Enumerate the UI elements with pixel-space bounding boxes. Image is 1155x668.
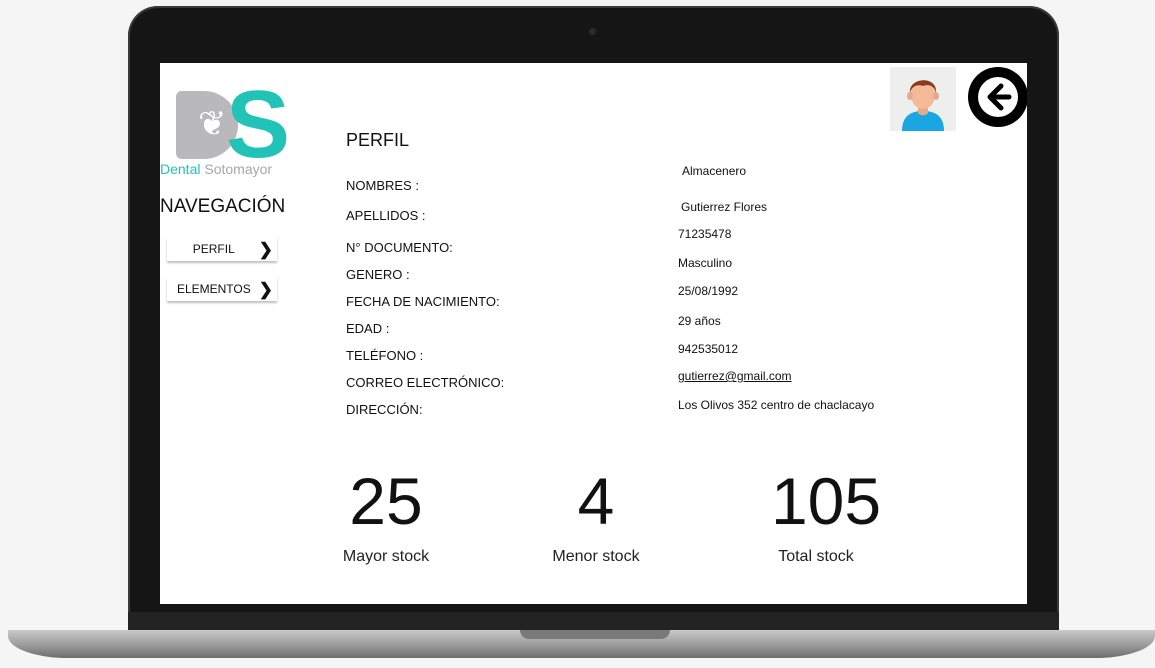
nav-item-label: PERFIL xyxy=(192,242,235,256)
stat-mayor-stock-value: 25 xyxy=(349,464,423,538)
field-label-nombres: NOMBRES : xyxy=(346,178,419,193)
stat-total-stock-label: Total stock xyxy=(778,548,854,565)
logo-s-letter: S xyxy=(226,71,291,178)
chevron-right-icon: ❯ xyxy=(258,239,273,259)
field-label-genero: GENERO : xyxy=(346,267,410,282)
nav-title: NAVEGACIÓN xyxy=(160,196,286,217)
field-value-nombres: Almacenero xyxy=(682,164,747,178)
arrow-left-icon xyxy=(978,77,1018,117)
field-label-documento: N° DOCUMENTO: xyxy=(346,240,453,255)
tooth-icon: ❦ xyxy=(198,105,227,143)
field-value-edad: 29 años xyxy=(678,314,721,328)
stat-mayor-stock-label: Mayor stock xyxy=(342,548,430,565)
laptop-notch xyxy=(520,630,670,639)
camera-icon xyxy=(589,28,596,35)
field-label-correo: CORREO ELECTRÓNICO: xyxy=(346,375,505,390)
page-title: PERFIL xyxy=(346,130,410,150)
field-label-apellidos: APELLIDOS : xyxy=(346,208,426,223)
field-value-fecha-nacimiento: 25/08/1992 xyxy=(678,284,739,298)
user-avatar-icon[interactable] xyxy=(890,67,956,131)
field-label-edad: EDAD : xyxy=(346,321,390,336)
nav-item-elementos[interactable]: ELEMENTOS ❯ xyxy=(167,277,277,301)
chevron-right-icon: ❯ xyxy=(258,279,273,299)
stat-menor-stock-label: Menor stock xyxy=(552,548,640,565)
field-label-fecha-nacimiento: FECHA DE NACIMIENTO: xyxy=(346,294,500,309)
stat-menor-stock-value: 4 xyxy=(577,464,615,538)
stat-total-stock-value: 105 xyxy=(770,464,882,538)
field-value-documento: 71235478 xyxy=(678,227,732,241)
field-value-direccion: Los Olivos 352 centro de chaclacayo xyxy=(678,398,875,412)
app-screen: ❦ S Dental Sotomayor NAVEGACIÓN PERFIL ❯… xyxy=(160,63,1027,604)
field-value-genero: Masculino xyxy=(678,256,733,270)
field-label-direccion: DIRECCIÓN: xyxy=(346,402,423,417)
field-value-correo[interactable]: gutierrez@gmail.com xyxy=(678,369,792,383)
field-value-telefono: 942535012 xyxy=(678,342,739,356)
brand-name-part2: Sotomayor xyxy=(204,161,273,177)
field-value-apellidos: Gutierrez Flores xyxy=(681,200,768,214)
nav-item-perfil[interactable]: PERFIL ❯ xyxy=(167,237,277,261)
brand-logo: ❦ S Dental Sotomayor xyxy=(160,77,308,181)
brand-name: Dental Sotomayor xyxy=(160,161,272,177)
field-label-telefono: TELÉFONO : xyxy=(346,348,424,363)
nav-item-label: ELEMENTOS xyxy=(176,282,251,296)
brand-name-part1: Dental xyxy=(160,161,201,177)
back-button[interactable] xyxy=(968,67,1027,127)
